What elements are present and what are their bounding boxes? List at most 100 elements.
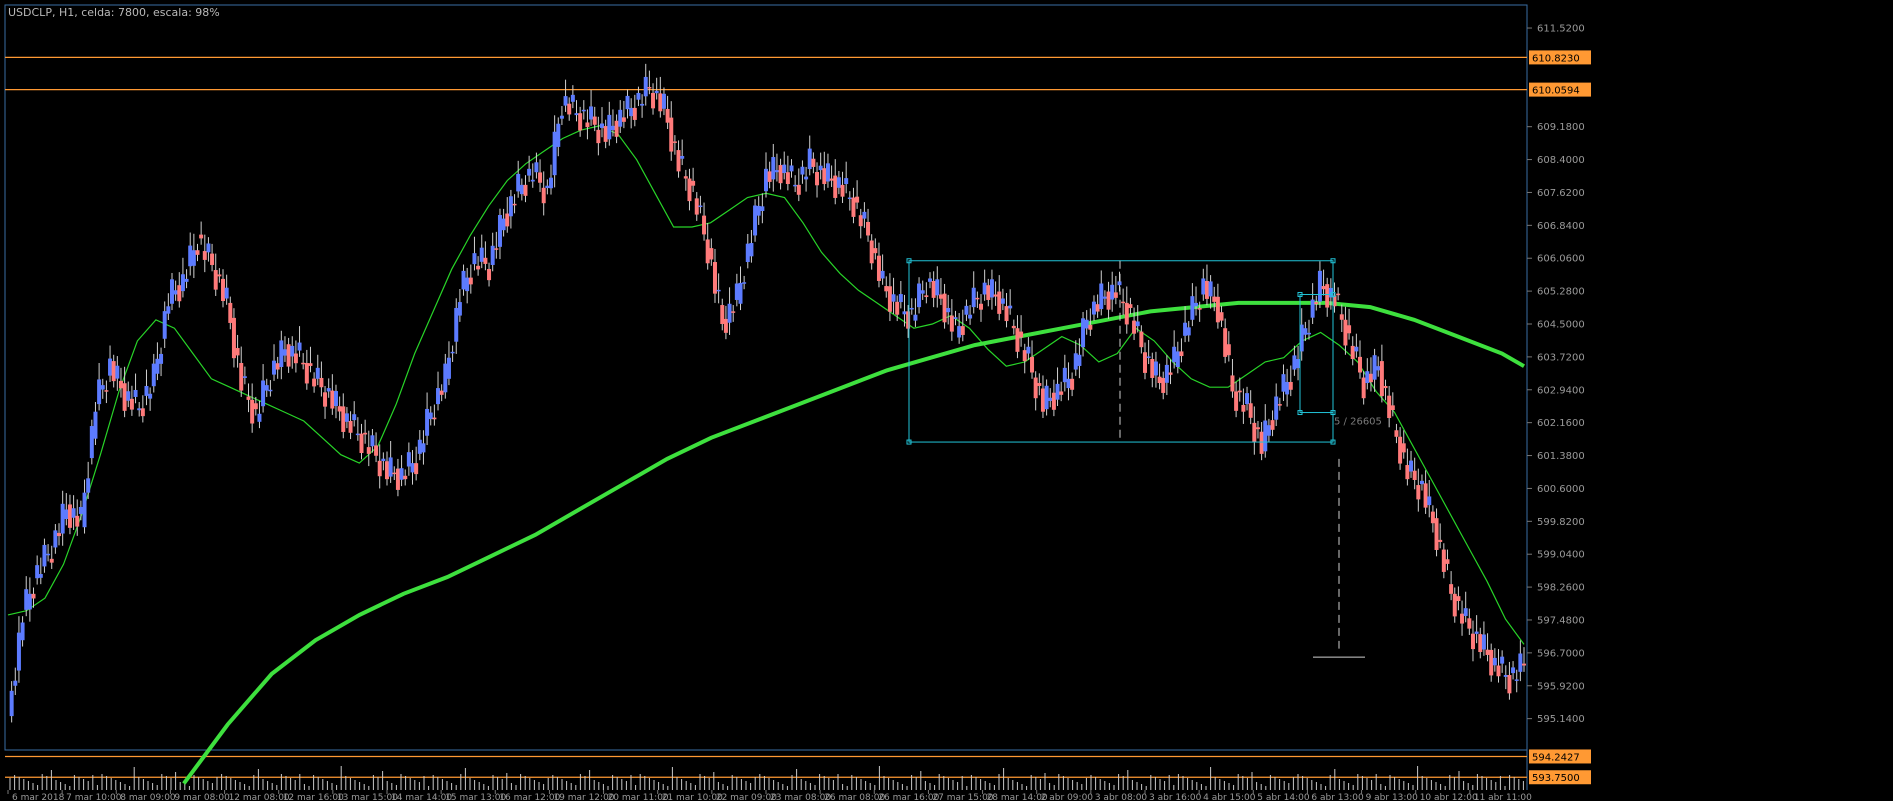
bull-candle[interactable] <box>126 391 131 401</box>
bull-candle[interactable] <box>1110 284 1115 300</box>
bear-candle[interactable] <box>1438 539 1443 542</box>
bull-candle[interactable] <box>982 282 987 295</box>
bull-candle[interactable] <box>1062 367 1067 383</box>
bear-candle[interactable] <box>1412 470 1417 480</box>
bull-candle[interactable] <box>78 506 83 514</box>
bear-candle[interactable] <box>1507 675 1512 694</box>
bull-candle[interactable] <box>957 326 962 338</box>
bull-candle[interactable] <box>1099 283 1104 310</box>
bull-candle[interactable] <box>282 349 287 356</box>
bull-candle[interactable] <box>654 90 659 94</box>
bull-candle[interactable] <box>1463 608 1468 616</box>
bull-candle[interactable] <box>1201 278 1206 295</box>
bear-candle[interactable] <box>239 363 244 391</box>
bull-candle[interactable] <box>1102 296 1107 299</box>
bear-candle[interactable] <box>687 178 692 202</box>
bull-candle[interactable] <box>381 458 386 462</box>
bear-candle[interactable] <box>887 286 892 312</box>
bear-candle[interactable] <box>213 270 218 290</box>
bull-candle[interactable] <box>800 166 805 175</box>
bull-candle[interactable] <box>600 123 605 128</box>
bull-candle[interactable] <box>443 363 448 393</box>
bull-candle[interactable] <box>1263 420 1268 452</box>
bull-candle[interactable] <box>20 622 25 641</box>
bear-candle[interactable] <box>374 445 379 456</box>
bear-candle[interactable] <box>785 172 790 185</box>
bull-candle[interactable] <box>570 94 575 102</box>
bull-candle[interactable] <box>898 294 903 303</box>
bear-candle[interactable] <box>1398 436 1403 464</box>
bear-candle[interactable] <box>301 362 306 365</box>
bear-candle[interactable] <box>647 87 652 89</box>
bull-candle[interactable] <box>410 463 415 473</box>
bear-candle[interactable] <box>1088 324 1093 330</box>
bull-candle[interactable] <box>640 103 645 106</box>
bull-candle[interactable] <box>151 363 156 387</box>
bull-candle[interactable] <box>86 478 91 493</box>
bull-candle[interactable] <box>629 107 634 117</box>
bull-candle[interactable] <box>844 178 849 185</box>
bear-candle[interactable] <box>199 234 204 239</box>
bear-candle[interactable] <box>1212 296 1217 302</box>
bear-candle[interactable] <box>366 447 371 454</box>
bull-candle[interactable] <box>1274 396 1279 420</box>
bear-candle[interactable] <box>439 390 444 395</box>
bull-candle[interactable] <box>184 278 189 282</box>
bear-candle[interactable] <box>363 432 368 435</box>
bear-candle[interactable] <box>512 203 517 206</box>
bull-candle[interactable] <box>548 177 553 189</box>
bear-candle[interactable] <box>1390 405 1395 411</box>
bear-candle[interactable] <box>1379 361 1384 397</box>
bull-candle[interactable] <box>738 282 743 304</box>
bull-candle[interactable] <box>519 184 524 195</box>
bear-candle[interactable] <box>1215 296 1220 323</box>
bear-candle[interactable] <box>1314 302 1319 305</box>
bull-candle[interactable] <box>1153 361 1158 376</box>
bear-candle[interactable] <box>140 408 145 417</box>
bear-candle[interactable] <box>975 297 980 300</box>
bear-candle[interactable] <box>709 248 714 260</box>
bear-candle[interactable] <box>235 348 240 356</box>
bear-candle[interactable] <box>858 215 863 227</box>
bull-candle[interactable] <box>607 114 612 140</box>
bull-candle[interactable] <box>326 388 331 392</box>
bull-candle[interactable] <box>454 307 459 342</box>
bull-candle[interactable] <box>461 270 466 290</box>
bear-candle[interactable] <box>1143 352 1147 373</box>
bull-candle[interactable] <box>1084 319 1089 329</box>
bull-candle[interactable] <box>472 253 477 265</box>
bear-candle[interactable] <box>949 315 954 332</box>
bear-candle[interactable] <box>1197 307 1202 310</box>
bear-candle[interactable] <box>1019 331 1024 338</box>
bear-candle[interactable] <box>767 171 772 182</box>
bull-candle[interactable] <box>297 342 302 351</box>
bear-candle[interactable] <box>1241 404 1246 412</box>
bear-candle[interactable] <box>1401 443 1406 453</box>
bull-candle[interactable] <box>1419 480 1424 485</box>
bull-candle[interactable] <box>1135 321 1140 327</box>
bull-candle[interactable] <box>406 452 411 467</box>
bull-candle[interactable] <box>1044 385 1049 410</box>
bull-candle[interactable] <box>1081 318 1086 348</box>
bull-candle[interactable] <box>1354 346 1359 352</box>
bear-candle[interactable] <box>1259 431 1264 454</box>
bear-candle[interactable] <box>1387 395 1392 419</box>
bear-candle[interactable] <box>1416 485 1421 500</box>
bear-candle[interactable] <box>253 403 258 410</box>
bear-candle[interactable] <box>1350 345 1355 359</box>
bull-candle[interactable] <box>727 303 732 323</box>
bear-candle[interactable] <box>221 278 226 302</box>
bear-candle[interactable] <box>1004 306 1009 322</box>
bull-candle[interactable] <box>457 302 462 316</box>
bear-candle[interactable] <box>487 268 492 281</box>
bear-candle[interactable] <box>672 141 677 143</box>
bear-candle[interactable] <box>1496 665 1501 677</box>
bear-candle[interactable] <box>829 178 834 181</box>
bear-candle[interactable] <box>505 213 510 227</box>
bull-candle[interactable] <box>589 106 594 120</box>
bull-candle[interactable] <box>370 435 375 447</box>
bear-candle[interactable] <box>578 113 583 131</box>
bear-candle[interactable] <box>873 248 878 254</box>
bear-candle[interactable] <box>1288 381 1293 390</box>
bull-candle[interactable] <box>333 391 338 407</box>
